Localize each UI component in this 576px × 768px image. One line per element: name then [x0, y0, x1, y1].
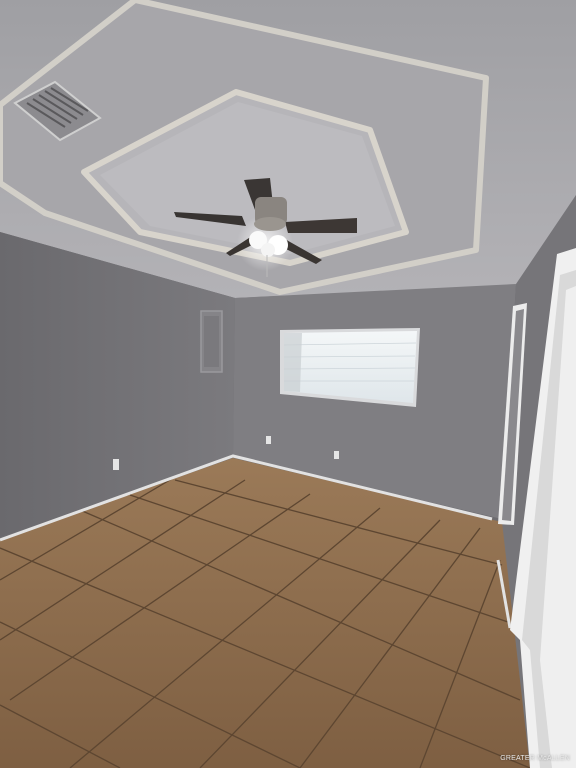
electrical-panel-icon [200, 310, 223, 373]
window-blind [280, 328, 420, 407]
empty-room-photo [0, 0, 576, 768]
outlet-icon [113, 459, 119, 470]
outlet-icon [334, 451, 339, 459]
watermark-text: GREATER McALLEN [500, 755, 570, 762]
outlet-icon [266, 436, 271, 444]
